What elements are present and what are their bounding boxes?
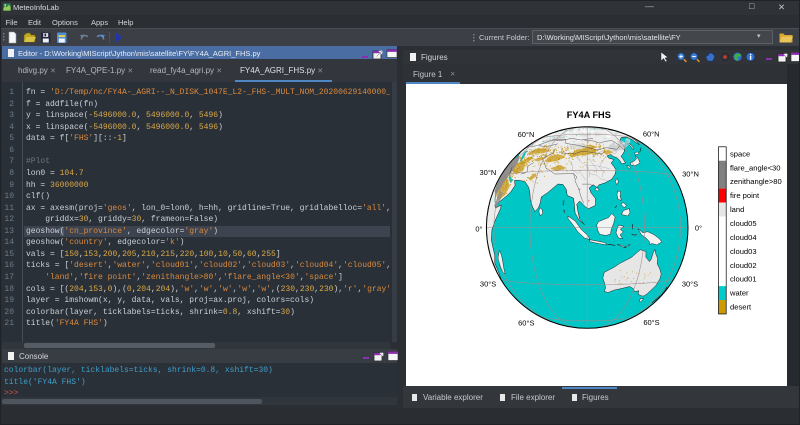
svg-text:60°N: 60°N (518, 130, 535, 139)
svg-text:0°: 0° (695, 224, 702, 233)
svg-text:cloud01: cloud01 (730, 275, 757, 284)
svg-text:30°N: 30°N (480, 168, 497, 177)
svg-text:fire point: fire point (730, 191, 760, 200)
svg-text:30°N: 30°N (682, 170, 699, 179)
svg-text:0°: 0° (475, 225, 482, 234)
svg-text:60°N: 60°N (643, 129, 660, 138)
svg-text:60°S: 60°S (518, 318, 534, 327)
svg-text:30°S: 30°S (480, 280, 496, 289)
svg-text:60°S: 60°S (643, 318, 659, 327)
svg-text:cloud05: cloud05 (730, 219, 757, 228)
svg-text:cloud04: cloud04 (730, 233, 757, 242)
svg-text:FY4A FHS: FY4A FHS (567, 110, 611, 120)
svg-text:cloud02: cloud02 (730, 261, 757, 270)
svg-text:desert: desert (730, 303, 752, 312)
svg-text:zenithangle>80: zenithangle>80 (730, 177, 782, 186)
svg-text:30°S: 30°S (682, 280, 698, 289)
svg-text:land: land (730, 205, 744, 214)
svg-text:cloud03: cloud03 (730, 247, 757, 256)
svg-text:water: water (729, 289, 749, 298)
svg-text:space: space (730, 149, 750, 158)
svg-text:flare_angle<30: flare_angle<30 (730, 163, 780, 172)
